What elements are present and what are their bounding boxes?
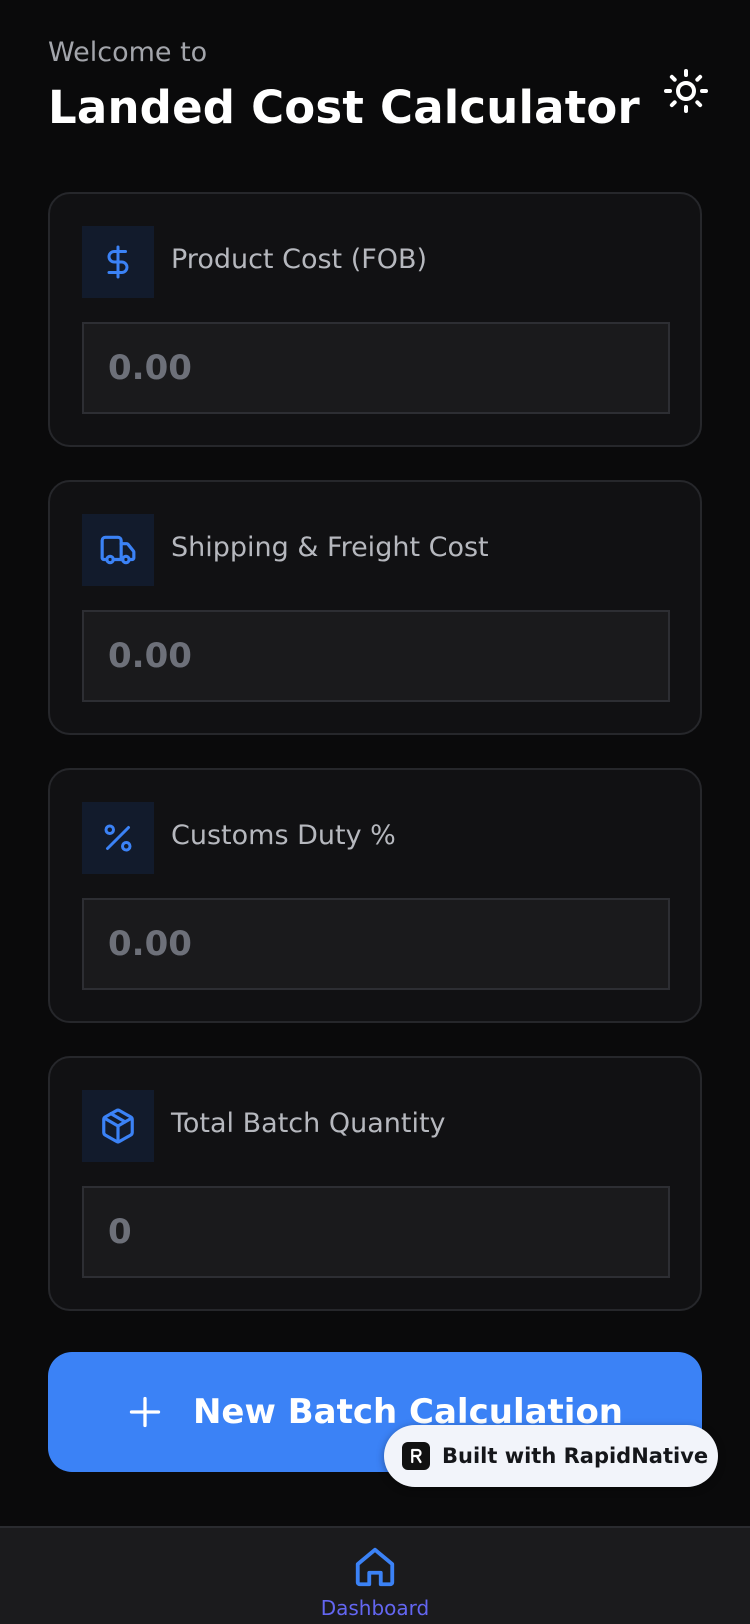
- product-cost-label: Product Cost (FOB): [171, 244, 428, 275]
- rapidnative-logo-icon: [402, 1442, 430, 1470]
- plus-icon: [127, 1394, 163, 1430]
- customs-duty-card: Customs Duty %: [48, 768, 702, 1023]
- product-cost-input[interactable]: [82, 322, 670, 414]
- bottom-tab-bar: Dashboard: [0, 1526, 750, 1624]
- shipping-cost-label: Shipping & Freight Cost: [171, 532, 489, 563]
- tab-dashboard[interactable]: Dashboard: [300, 1528, 450, 1624]
- customs-duty-input[interactable]: [82, 898, 670, 990]
- shipping-cost-card: Shipping & Freight Cost: [48, 480, 702, 735]
- percent-icon: [82, 802, 154, 874]
- app-screen: Welcome to Landed Cost Calculator Produc…: [0, 0, 750, 1624]
- built-with-label: Built with RapidNative: [442, 1444, 709, 1468]
- page-title: Landed Cost Calculator: [48, 81, 640, 134]
- built-with-badge[interactable]: Built with RapidNative: [384, 1425, 718, 1487]
- welcome-text: Welcome to: [48, 37, 208, 68]
- product-cost-card: Product Cost (FOB): [48, 192, 702, 447]
- truck-icon: [82, 514, 154, 586]
- theme-toggle-button[interactable]: [653, 58, 719, 124]
- header: Welcome to Landed Cost Calculator: [48, 34, 708, 144]
- sun-icon: [664, 69, 708, 113]
- shipping-cost-input[interactable]: [82, 610, 670, 702]
- batch-quantity-label: Total Batch Quantity: [171, 1108, 446, 1139]
- dollar-icon: [82, 226, 154, 298]
- package-icon: [82, 1090, 154, 1162]
- customs-duty-label: Customs Duty %: [171, 820, 396, 851]
- home-icon: [355, 1547, 395, 1587]
- batch-quantity-card: Total Batch Quantity: [48, 1056, 702, 1311]
- batch-quantity-input[interactable]: [82, 1186, 670, 1278]
- tab-dashboard-label: Dashboard: [320, 1596, 430, 1620]
